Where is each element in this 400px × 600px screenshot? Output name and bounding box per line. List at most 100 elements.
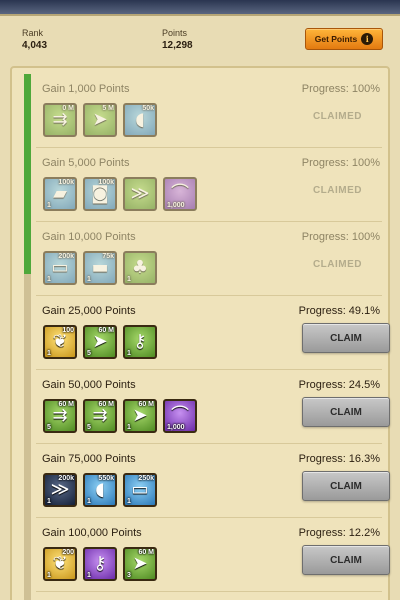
speedup-arrows-icon[interactable]: ➤ 60 M5: [83, 325, 117, 359]
reward-amount: 75k: [102, 253, 114, 260]
reward-amount: 250k: [138, 475, 154, 482]
info-icon: i: [361, 33, 374, 45]
scroll-icon[interactable]: ⌒ 1,000: [163, 177, 197, 211]
reward-count: 5: [87, 424, 91, 431]
speedup-arrows-icon[interactable]: ➤ 60 M1: [123, 399, 157, 433]
reward-count: 1,000: [167, 424, 185, 431]
speedup-green-icon[interactable]: ⇉ 60 M5: [43, 399, 77, 433]
milestone-title: Gain 10,000 Points: [42, 231, 136, 243]
reward-list: ⇉ 0 M ➤ 5 M ◖ 50k: [43, 103, 157, 137]
milestone-row: Gain 25,000 Points Progress: 49.1% ❦ 100 1 ➤ 6…: [36, 296, 390, 370]
points-label: Points: [162, 28, 188, 38]
get-points-button[interactable]: Get Points i: [305, 28, 383, 50]
reward-amount: 60 M: [98, 401, 114, 408]
reward-count: 1: [47, 202, 51, 209]
reward-amount: 60 M: [138, 549, 154, 556]
iron-ingot-icon[interactable]: ▭ 250k 1: [123, 473, 157, 507]
reward-count: 3: [127, 572, 131, 579]
claim-button[interactable]: CLAIM: [302, 545, 390, 575]
claim-button[interactable]: CLAIM: [302, 323, 390, 353]
reward-count: 1: [127, 350, 131, 357]
milestone-title: Gain 75,000 Points: [42, 453, 136, 465]
reward-amount: 200k: [58, 253, 74, 260]
milestone-title: Gain 50,000 Points: [42, 379, 136, 391]
reward-count: 1: [87, 276, 91, 283]
reward-amount: 5 M: [102, 105, 114, 112]
reward-count: 1: [127, 498, 131, 505]
reward-count: 1: [87, 498, 91, 505]
wood-resource-icon[interactable]: ◙ 100k: [83, 177, 117, 211]
reward-count: 1: [47, 276, 51, 283]
reward-amount: 0 M: [62, 105, 74, 112]
iron-ingot-icon[interactable]: ▭ 200k 1: [43, 251, 77, 285]
milestone-progress-text: Progress: 49.1%: [298, 305, 380, 317]
reward-amount: 200k: [58, 475, 74, 482]
reward-list: ≫ 200k 1 ◖ 550k 1 ▭ 250k 1: [43, 473, 157, 507]
rank-value: 4,043: [22, 40, 48, 51]
reward-count: 1: [127, 424, 131, 431]
milestone-title: Gain 100,000 Points: [42, 527, 142, 539]
reward-count: 1: [87, 572, 91, 579]
gold-coin-icon[interactable]: ❦ 100 1: [43, 325, 77, 359]
rank-chevron-icon[interactable]: ≫: [123, 177, 157, 211]
rank-chevron-icon[interactable]: ≫ 200k 1: [43, 473, 77, 507]
milestone-title: Gain 25,000 Points: [42, 305, 136, 317]
key-icon[interactable]: ⚷ 1: [123, 325, 157, 359]
milestone-progress-text: Progress: 100%: [301, 157, 380, 169]
reward-list: ❦ 200 1 ⚷ 1 ➤ 60 M3: [43, 547, 157, 581]
reward-count: 1: [47, 572, 51, 579]
reward-count: 5: [87, 350, 91, 357]
claimed-label: CLAIMED: [312, 111, 362, 122]
reward-count: 1,000: [167, 202, 185, 209]
reward-list: ▭ 200k 1 ▬ 75k 1 ♣ 1: [43, 251, 157, 285]
reward-list: ❦ 100 1 ➤ 60 M 5 ⚷ 1: [43, 325, 157, 359]
gold-coin-icon[interactable]: ❦ 200 1: [43, 547, 77, 581]
claim-button[interactable]: CLAIM: [302, 471, 390, 501]
milestone-row: Gain 50,000 Points Progress: 24.5% ⇉ 60 M 5 ⇉…: [36, 370, 390, 444]
reward-list: ⇉ 60 M 5 ⇉ 60 M 5 ➤ 60 M 1 ⌒ 1,000: [43, 399, 197, 433]
speedup-green-icon[interactable]: ⇉ 60 M5: [83, 399, 117, 433]
milestone-progress-text: Progress: 16.3%: [298, 453, 380, 465]
milestone-panel: Gain 1,000 Points Progress: 100% ⇉ 0 M ➤ 5 M ◖…: [10, 66, 390, 600]
speedup-arrows-icon[interactable]: ➤ 5 M: [83, 103, 117, 137]
reward-amount: 550k: [98, 475, 114, 482]
milestone-row: Gain 75,000 Points Progress: 16.3% ≫ 200k 1 ◖…: [36, 444, 390, 518]
points-value: 12,298: [162, 40, 193, 51]
top-banner-strip: [0, 0, 400, 16]
milestone-row: Gain 5,000 Points Progress: 100% ▰ 100k 1 ◙ 10…: [36, 148, 382, 222]
claimed-label: CLAIMED: [312, 259, 362, 270]
reward-amount: 60 M: [138, 401, 154, 408]
claimed-label: CLAIMED: [312, 185, 362, 196]
reward-amount: 60 M: [58, 401, 74, 408]
claim-button[interactable]: CLAIM: [302, 397, 390, 427]
milestone-progress-track: [24, 74, 31, 600]
milestone-title: Gain 5,000 Points: [42, 157, 130, 169]
get-points-label: Get Points: [314, 34, 358, 44]
reward-amount: 100k: [58, 179, 74, 186]
meat-food-icon[interactable]: ◖ 50k: [123, 103, 157, 137]
reward-amount: 60 M: [98, 327, 114, 334]
lumber-icon[interactable]: ▬ 75k 1: [83, 251, 117, 285]
reward-amount: 200: [62, 549, 74, 556]
milestone-progress-text: Progress: 100%: [301, 231, 380, 243]
milestone-progress-text: Progress: 24.5%: [298, 379, 380, 391]
milestone-progress-fill: [24, 74, 31, 274]
reward-count: 1: [47, 498, 51, 505]
reward-list: ▰ 100k 1 ◙ 100k ≫ ⌒ 1,000: [43, 177, 197, 211]
stone-resource-icon[interactable]: ▰ 100k 1: [43, 177, 77, 211]
key-icon[interactable]: ⚷ 1: [83, 547, 117, 581]
speedup-arrows-icon[interactable]: ➤ 60 M3: [123, 547, 157, 581]
speedup-green-icon[interactable]: ⇉ 0 M: [43, 103, 77, 137]
crops-icon[interactable]: ♣ 1: [123, 251, 157, 285]
scroll-icon[interactable]: ⌒ 1,000: [163, 399, 197, 433]
reward-amount: 100: [62, 327, 74, 334]
milestone-row: Gain 100,000 Points Progress: 12.2% ❦ 200 1 ⚷…: [36, 518, 390, 592]
meat-food-icon[interactable]: ◖ 550k 1: [83, 473, 117, 507]
reward-count: 5: [47, 424, 51, 431]
milestone-row: Gain 1,000 Points Progress: 100% ⇉ 0 M ➤ 5 M ◖…: [36, 74, 382, 148]
milestone-progress-text: Progress: 100%: [301, 83, 380, 95]
event-header: Rank 4,043 Points 12,298 Get Points i: [10, 18, 390, 60]
reward-glyph: ≫: [130, 183, 150, 204]
milestone-title: Gain 1,000 Points: [42, 83, 130, 95]
reward-amount: 100k: [98, 179, 114, 186]
